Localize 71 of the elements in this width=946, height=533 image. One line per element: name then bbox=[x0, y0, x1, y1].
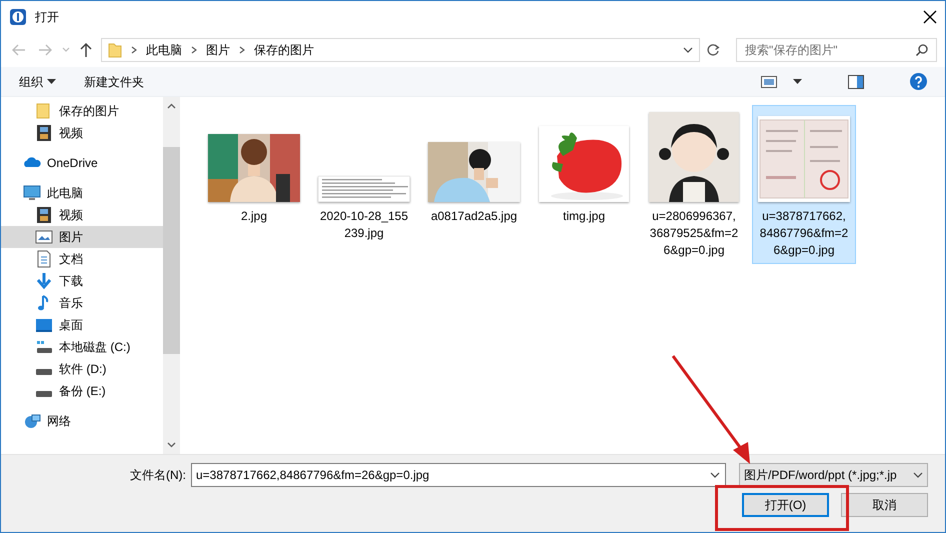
sidebar-item[interactable]: 备份 (E:) bbox=[1, 380, 163, 402]
refresh-icon[interactable] bbox=[706, 43, 720, 57]
help-icon[interactable] bbox=[910, 73, 927, 90]
file-name: 2.jpg bbox=[240, 208, 268, 225]
file-item[interactable]: u=2806996367,36879525&fm=26&gp=0.jpg bbox=[642, 105, 746, 264]
open-button[interactable]: 打开(O) bbox=[742, 493, 829, 517]
drive-icon bbox=[36, 391, 52, 397]
chevron-right-icon bbox=[130, 45, 138, 55]
breadcrumb-item[interactable]: 此电脑 bbox=[146, 41, 182, 59]
window-title: 打开 bbox=[35, 9, 59, 26]
file-name: u=2806996367,36879525&fm=26&gp=0.jpg bbox=[649, 208, 739, 259]
film-icon bbox=[35, 124, 53, 142]
sidebar-item[interactable]: 桌面 bbox=[1, 314, 163, 336]
address-bar[interactable]: 此电脑 图片 保存的图片 bbox=[101, 38, 700, 62]
file-item[interactable]: 2.jpg bbox=[202, 105, 306, 230]
monitor-icon bbox=[23, 184, 41, 202]
search-icon bbox=[915, 43, 929, 57]
filename-label: 文件名(N): bbox=[130, 467, 186, 484]
breadcrumb-item[interactable]: 图片 bbox=[206, 41, 230, 59]
caret-icon[interactable] bbox=[793, 78, 802, 84]
sidebar-item[interactable]: 视频 bbox=[1, 122, 163, 144]
document-icon bbox=[35, 250, 53, 268]
chevron-right-icon bbox=[190, 45, 198, 55]
down-arrow-icon bbox=[35, 272, 53, 290]
file-type-dropdown[interactable]: 图片/PDF/word/ppt (*.jpg;*.jp bbox=[739, 463, 928, 487]
preview-pane-icon[interactable] bbox=[848, 74, 864, 88]
chevron-right-icon bbox=[238, 45, 246, 55]
scroll-up-icon bbox=[167, 103, 176, 109]
network-icon bbox=[23, 412, 41, 430]
view-icon[interactable] bbox=[761, 76, 777, 88]
file-name: timg.jpg bbox=[562, 208, 606, 225]
cancel-button[interactable]: 取消 bbox=[841, 493, 928, 517]
scroll-down-icon bbox=[167, 442, 176, 448]
file-item[interactable]: 2020-10-28_155239.jpg bbox=[312, 105, 416, 247]
app-icon bbox=[9, 8, 27, 26]
file-name: 2020-10-28_155239.jpg bbox=[319, 208, 409, 242]
drive-icon bbox=[36, 369, 52, 375]
menu-label: 组织 bbox=[19, 74, 43, 90]
scrollbar-thumb[interactable] bbox=[163, 147, 180, 354]
sidebar-item[interactable]: 此电脑 bbox=[1, 182, 163, 204]
new-folder-button[interactable]: 新建文件夹 bbox=[84, 72, 144, 90]
scrollbar[interactable] bbox=[163, 97, 180, 454]
sidebar-item[interactable]: 图片 bbox=[1, 226, 163, 248]
filename-field[interactable]: u=3878717662,84867796&fm=26&gp=0.jpg bbox=[191, 463, 726, 487]
folder-icon bbox=[108, 42, 122, 58]
sidebar-item[interactable]: 本地磁盘 (C:) bbox=[1, 336, 163, 358]
sidebar-item[interactable]: 网络 bbox=[1, 410, 163, 432]
sidebar-item[interactable]: 下载 bbox=[1, 270, 163, 292]
film-icon bbox=[35, 206, 53, 224]
sidebar-item[interactable]: OneDrive bbox=[1, 152, 163, 174]
drive-icon bbox=[35, 338, 53, 356]
organize-menu[interactable]: 组织 bbox=[19, 72, 56, 90]
file-name: a0817ad2a5.jpg bbox=[430, 208, 518, 225]
close-icon[interactable] bbox=[923, 10, 937, 24]
file-name: u=3878717662,84867796&fm=26&gp=0.jpg bbox=[759, 208, 849, 259]
file-item[interactable]: timg.jpg bbox=[532, 105, 636, 230]
sidebar-item[interactable]: 视频 bbox=[1, 204, 163, 226]
breadcrumb-item[interactable]: 保存的图片 bbox=[254, 41, 314, 59]
sidebar-item[interactable]: 保存的图片 bbox=[1, 100, 163, 122]
image-icon bbox=[35, 228, 53, 246]
search-field[interactable]: 搜索"保存的图片" bbox=[736, 38, 937, 62]
file-item[interactable]: a0817ad2a5.jpg bbox=[422, 105, 526, 230]
caret-icon bbox=[47, 78, 56, 84]
file-item[interactable]: u=3878717662,84867796&fm=26&gp=0.jpg bbox=[752, 105, 856, 264]
dropdown-chevron-icon bbox=[710, 470, 720, 480]
dropdown-chevron-icon[interactable] bbox=[683, 45, 693, 55]
sidebar-item[interactable]: 音乐 bbox=[1, 292, 163, 314]
desktop-icon bbox=[35, 316, 53, 334]
sidebar-item[interactable]: 文档 bbox=[1, 248, 163, 270]
dropdown-chevron-icon bbox=[913, 470, 923, 480]
sidebar-item[interactable]: 软件 (D:) bbox=[1, 358, 163, 380]
